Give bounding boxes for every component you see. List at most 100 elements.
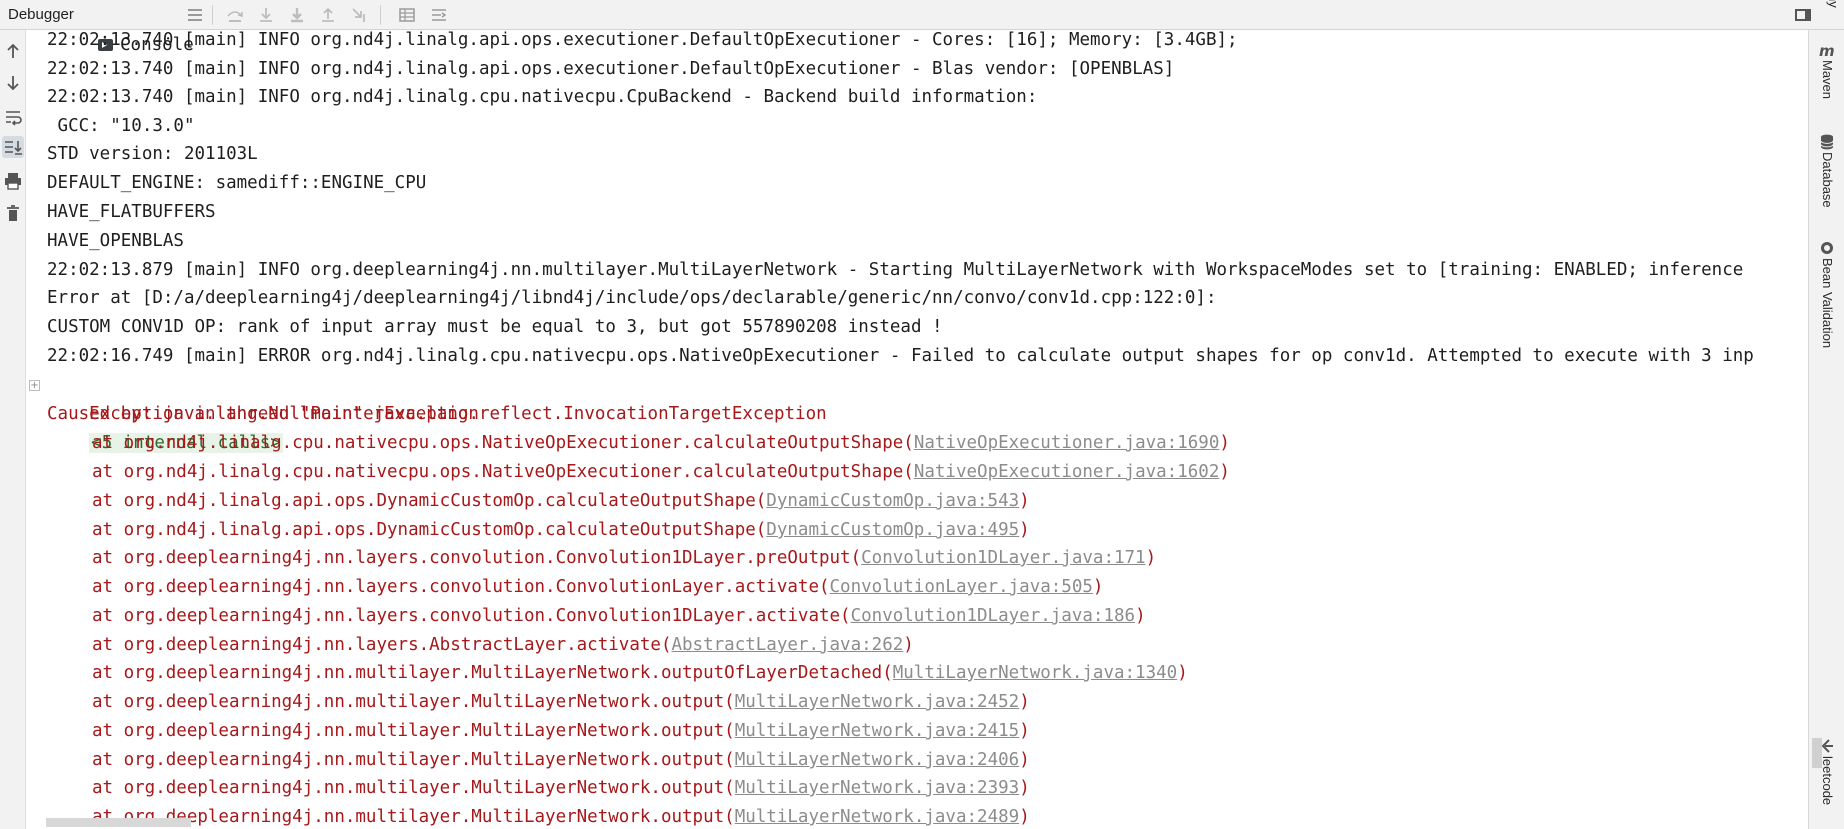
trace-icon[interactable] — [430, 6, 448, 24]
bean-validation-tab-label: Bean Validation — [1820, 258, 1835, 349]
stack-frame: at org.deeplearning4j.nn.multilayer.Mult… — [47, 803, 1030, 829]
database-tab[interactable]: Database — [1813, 134, 1841, 254]
console-line: STD version: 201103L — [47, 144, 258, 164]
stack-frame-suffix: ) — [1019, 807, 1030, 827]
right-cut-label: ny — [1826, 0, 1841, 8]
stack-frame: at org.nd4j.linalg.cpu.nativecpu.ops.Nat… — [47, 429, 1230, 458]
step-into-icon[interactable] — [257, 6, 275, 24]
stack-frame: at org.deeplearning4j.nn.multilayer.Mult… — [47, 746, 1030, 775]
stack-frame-suffix: ) — [1177, 663, 1188, 683]
step-over-icon[interactable] — [226, 6, 244, 24]
trash-icon[interactable] — [2, 202, 24, 224]
database-tab-label: Database — [1820, 152, 1835, 208]
stack-frame-method: at org.deeplearning4j.nn.multilayer.Mult… — [92, 721, 735, 741]
step-out-icon[interactable] — [319, 6, 337, 24]
menu-lines-icon[interactable] — [186, 6, 204, 24]
stack-frame-suffix: ) — [1145, 548, 1157, 568]
source-link[interactable]: NativeOpExecutioner.java:1690 — [914, 433, 1220, 453]
run-to-cursor-icon[interactable] — [350, 6, 368, 24]
exception-line: Exception in thread "main" java.lang.ref… — [47, 371, 827, 453]
stack-frame: at org.deeplearning4j.nn.layers.Abstract… — [47, 631, 914, 660]
stack-frame-suffix: ) — [1019, 750, 1030, 770]
console-toolbar: Debugger Console — [0, 0, 1844, 55]
console-line: 22:02:13.740 [main] INFO org.nd4j.linalg… — [47, 30, 1238, 50]
console-line: HAVE_OPENBLAS — [47, 231, 184, 251]
console-line: GCC: "10.3.0" — [47, 116, 195, 136]
tab-debugger-label: Debugger — [8, 6, 74, 23]
console-line: HAVE_FLATBUFFERS — [47, 202, 216, 222]
soft-wrap-icon[interactable] — [2, 106, 24, 128]
caused-by-line: Caused by: java.lang.NullPointerExceptio… — [47, 404, 479, 424]
stack-frame-method: at org.deeplearning4j.nn.multilayer.Mult… — [92, 692, 735, 712]
stack-frame-suffix: ) — [903, 635, 914, 655]
evaluate-table-icon[interactable] — [398, 6, 416, 24]
stack-frame: at org.nd4j.linalg.api.ops.DynamicCustom… — [47, 487, 1030, 516]
stack-frame-method: at org.nd4j.linalg.cpu.nativecpu.ops.Nat… — [92, 433, 914, 453]
leetcode-tab-label: leetcode — [1820, 756, 1835, 806]
stack-frame-method: at org.nd4j.linalg.api.ops.DynamicCustom… — [92, 520, 767, 540]
maven-tab-label: Maven — [1820, 60, 1835, 100]
horizontal-scrollbar[interactable] — [46, 818, 191, 827]
stack-frame-suffix: ) — [1019, 692, 1030, 712]
source-link[interactable]: MultiLayerNetwork.java:2489 — [735, 807, 1019, 827]
console-line: DEFAULT_ENGINE: samediff::ENGINE_CPU — [47, 173, 427, 193]
console-line: Error at [D:/a/deeplearning4j/deeplearni… — [47, 288, 1217, 308]
toolbar-divider — [212, 5, 213, 25]
source-link[interactable]: MultiLayerNetwork.java:2415 — [735, 721, 1019, 741]
source-link[interactable]: ConvolutionLayer.java:505 — [830, 577, 1093, 597]
right-tool-strip: m Maven Database Bean Validation leetcod… — [1808, 30, 1844, 829]
stack-frame: at org.deeplearning4j.nn.multilayer.Mult… — [47, 659, 1188, 688]
toolbar-divider — [380, 5, 381, 25]
stack-frame-method: at org.deeplearning4j.nn.layers.Abstract… — [92, 635, 672, 655]
console-line: 22:02:13.879 [main] INFO org.deeplearnin… — [47, 260, 1744, 280]
stack-frame-method: at org.deeplearning4j.nn.layers.convolut… — [92, 548, 862, 568]
print-icon[interactable] — [2, 170, 24, 192]
console-line: CUSTOM CONV1D OP: rank of input array mu… — [47, 317, 943, 337]
console-line: 22:02:13.740 [main] INFO org.nd4j.linalg… — [47, 59, 1175, 79]
force-step-into-icon[interactable] — [288, 6, 306, 24]
stack-frame-suffix: ) — [1019, 491, 1030, 511]
tab-debugger[interactable]: Debugger — [8, 0, 74, 30]
stack-frame: at org.deeplearning4j.nn.layers.convolut… — [47, 544, 1156, 573]
source-link[interactable]: AbstractLayer.java:262 — [671, 635, 903, 655]
source-link[interactable]: MultiLayerNetwork.java:2452 — [735, 692, 1019, 712]
vertical-scrollbar[interactable] — [1812, 738, 1822, 768]
stack-frame-suffix: ) — [1092, 577, 1104, 597]
stack-frame-suffix: ) — [1219, 433, 1230, 453]
source-link[interactable]: DynamicCustomOp.java:495 — [766, 520, 1019, 540]
down-arrow-icon[interactable] — [2, 72, 24, 94]
console-output[interactable]: 22:02:13.740 [main] INFO org.nd4j.linalg… — [26, 30, 1808, 829]
source-link[interactable]: NativeOpExecutioner.java:1602 — [914, 462, 1220, 482]
stack-frame-method: at org.nd4j.linalg.api.ops.DynamicCustom… — [92, 491, 767, 511]
stack-frame: at org.deeplearning4j.nn.multilayer.Mult… — [47, 688, 1030, 717]
stack-frame: at org.deeplearning4j.nn.multilayer.Mult… — [47, 717, 1030, 746]
stack-frame-method: at org.nd4j.linalg.cpu.nativecpu.ops.Nat… — [92, 462, 914, 482]
source-link[interactable]: MultiLayerNetwork.java:1340 — [893, 663, 1177, 683]
stack-frame-suffix: ) — [1019, 778, 1030, 798]
restore-layout-icon[interactable] — [1794, 6, 1812, 24]
source-link[interactable]: Convolution1DLayer.java:186 — [851, 606, 1135, 626]
bean-validation-tab[interactable]: Bean Validation — [1813, 240, 1841, 400]
stack-frame: at org.deeplearning4j.nn.layers.convolut… — [47, 573, 1103, 602]
stack-frame-suffix: ) — [1019, 520, 1030, 540]
console-line: 22:02:13.740 [main] INFO org.nd4j.linalg… — [47, 87, 1038, 107]
stack-frame-method: at org.deeplearning4j.nn.multilayer.Mult… — [92, 663, 893, 683]
maven-icon: m — [1819, 42, 1835, 60]
stack-frame: at org.deeplearning4j.nn.multilayer.Mult… — [47, 774, 1030, 803]
stack-frame-method: at org.deeplearning4j.nn.layers.convolut… — [92, 577, 830, 597]
source-link[interactable]: Convolution1DLayer.java:171 — [861, 548, 1145, 568]
fold-expand-icon[interactable]: + — [29, 380, 40, 391]
maven-tab[interactable]: m Maven — [1813, 42, 1841, 132]
database-icon — [1819, 134, 1835, 150]
up-arrow-icon[interactable] — [2, 40, 24, 62]
stack-frame-suffix: ) — [1135, 606, 1146, 626]
console-side-toolbar — [0, 30, 26, 829]
source-link[interactable]: MultiLayerNetwork.java:2393 — [735, 778, 1019, 798]
stack-frame: at org.deeplearning4j.nn.layers.convolut… — [47, 602, 1146, 631]
source-link[interactable]: DynamicCustomOp.java:543 — [766, 491, 1019, 511]
stack-frame-suffix: ) — [1219, 462, 1230, 482]
source-link[interactable]: MultiLayerNetwork.java:2406 — [735, 750, 1019, 770]
stack-frame-method: at org.deeplearning4j.nn.multilayer.Mult… — [92, 750, 735, 770]
stack-frame-suffix: ) — [1019, 721, 1030, 741]
scroll-to-end-icon[interactable] — [2, 136, 24, 158]
